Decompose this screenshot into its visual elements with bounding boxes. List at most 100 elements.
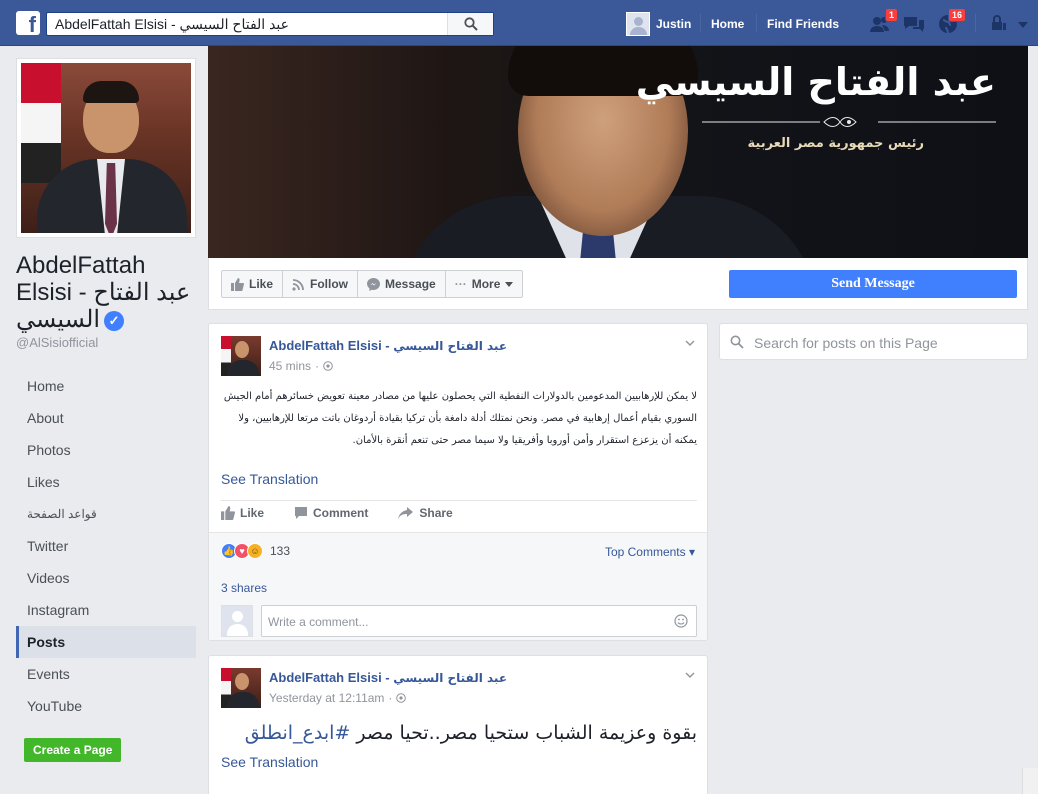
page-name[interactable]: AbdelFattah Elsisi - عبد الفتاح السيسي ✓ [16,252,196,333]
search-icon [730,335,744,349]
profile-link[interactable] [626,12,650,36]
comment-icon [295,507,308,519]
messages-button[interactable] [902,12,926,36]
author-avatar[interactable] [221,668,261,708]
account-menu-button[interactable] [1014,12,1038,36]
reaction-summary[interactable]: 👍 ♥ ☺ 133 [221,543,290,559]
scrollbar[interactable] [1022,768,1038,794]
post-options-chevron-icon[interactable] [685,338,695,348]
post-timestamp[interactable]: Yesterday at 12:11am · [269,691,407,705]
user-name-link[interactable]: Justin [656,17,691,31]
profile-picture[interactable] [16,58,196,238]
friend-requests-badge: 1 [884,8,898,22]
search-input[interactable] [47,13,447,35]
top-navigation-bar: f Justin Home Find Friends 1 16 [0,0,1038,46]
see-translation-link[interactable]: See Translation [221,471,318,487]
see-translation-link[interactable]: See Translation [221,754,318,770]
top-comments-label: Top Comments [604,545,686,559]
divider [756,14,757,32]
timestamp-text: Yesterday at 12:11am [269,691,385,705]
thumbs-up-icon [231,277,244,291]
post-body: لا يمكن للإرهابيين المدعومين بالدولارات … [223,391,697,446]
nav-instagram[interactable]: Instagram [16,594,196,626]
send-message-button[interactable]: Send Message [729,270,1017,298]
privacy-shortcuts-button[interactable] [988,12,1012,36]
haha-reaction-icon: ☺ [247,543,263,559]
author-name-latin: AbdelFattah Elsisi - [269,670,394,685]
author-name-arabic: عبد الفتاح السيسي [393,339,508,353]
post-options-chevron-icon[interactable] [685,670,695,680]
ornament-divider [702,117,996,127]
nav-youtube[interactable]: YouTube [16,690,196,722]
divider [975,14,976,32]
more-label: More [471,277,501,291]
friend-requests-button[interactable]: 1 [868,8,898,36]
emoji-icon[interactable] [674,614,688,628]
rss-icon [292,278,304,291]
nav-posts[interactable]: Posts [16,626,196,658]
comment-input[interactable]: Write a comment... [261,605,697,637]
post-body: بقوة وعزيمة الشباب ستحيا مصر..تحيا مصر #… [221,718,697,748]
caret-down-icon [505,282,514,287]
comment-label: Comment [313,506,369,520]
nav-about[interactable]: About [16,402,196,434]
global-search[interactable] [46,12,494,36]
shares-link[interactable]: 3 shares [221,581,267,595]
search-button[interactable] [447,13,493,35]
post-timestamp[interactable]: 45 mins · [269,359,333,373]
nav-events[interactable]: Events [16,658,196,690]
follow-button[interactable]: Follow [283,271,359,297]
post-author-link[interactable]: AbdelFattah Elsisi - عبد الفتاح السيسي [269,670,507,685]
comments-area: 👍 ♥ ☺ 133 Top Comments ▾ 3 shares Write … [209,532,707,640]
caret-down-icon: ▾ [685,545,695,559]
page-action-bar: Like Follow Message ··· More Send Messag… [208,258,1028,310]
nav-photos[interactable]: Photos [16,434,196,466]
page-actions: Like Follow Message ··· More [221,270,524,298]
like-button[interactable]: Like [221,506,264,520]
author-avatar[interactable] [221,336,261,376]
post-author-link[interactable]: AbdelFattah Elsisi - عبد الفتاح السيسي [269,338,507,353]
nav-home[interactable]: Home [16,370,196,402]
cover-subtitle: رئيس جمهورية مصر العربية [747,136,924,151]
timestamp-text: 45 mins [269,359,312,373]
hashtag-link[interactable]: #ابدع_انطلق [245,722,351,744]
post: AbdelFattah Elsisi - عبد الفتاح السيسي Y… [208,655,708,794]
nav-page-rules[interactable]: قواعد الصفحة [16,498,196,530]
message-label: Message [385,277,436,291]
cover-photo[interactable]: عبد الفتاح السيسي رئيس جمهورية مصر العرب… [208,46,1028,258]
comment-placeholder: Write a comment... [268,615,369,629]
nav-likes[interactable]: Likes [16,466,196,498]
more-button[interactable]: ··· More [446,271,523,297]
share-button[interactable]: Share [398,506,453,520]
verified-badge-icon: ✓ [104,310,125,331]
reaction-count[interactable]: 133 [270,544,290,558]
user-avatar[interactable] [626,12,650,36]
cover-title: عبد الفتاح السيسي [635,60,996,104]
messenger-icon [367,277,381,291]
create-page-button[interactable]: Create a Page [24,738,122,762]
nav-videos[interactable]: Videos [16,562,196,594]
author-name-arabic: عبد الفتاح السيسي [393,671,508,685]
home-link[interactable]: Home [711,17,744,31]
notifications-badge: 16 [947,8,966,22]
find-friends-link[interactable]: Find Friends [767,17,839,31]
divider [221,500,697,501]
page-post-search[interactable]: Search for posts on this Page [719,323,1028,360]
comment-button[interactable]: Comment [294,506,368,520]
globe-icon [396,693,407,703]
comment-composer: Write a comment... [221,605,697,637]
top-comments-dropdown[interactable]: Top Comments ▾ [605,545,695,559]
like-label: Like [249,277,274,291]
like-page-button[interactable]: Like [222,271,284,297]
notifications-button[interactable]: 16 [936,8,966,36]
facebook-logo[interactable]: f [16,11,40,35]
author-name-latin: AbdelFattah Elsisi - [269,338,394,353]
messages-icon [904,17,924,32]
thumbs-up-icon [221,506,235,520]
commenter-avatar [221,605,253,637]
share-label: Share [419,506,453,520]
message-button[interactable]: Message [358,271,446,297]
page-search-placeholder: Search for posts on this Page [754,335,938,351]
page-handle[interactable]: @AlSisiofficial [16,335,98,350]
nav-twitter[interactable]: Twitter [16,530,196,562]
